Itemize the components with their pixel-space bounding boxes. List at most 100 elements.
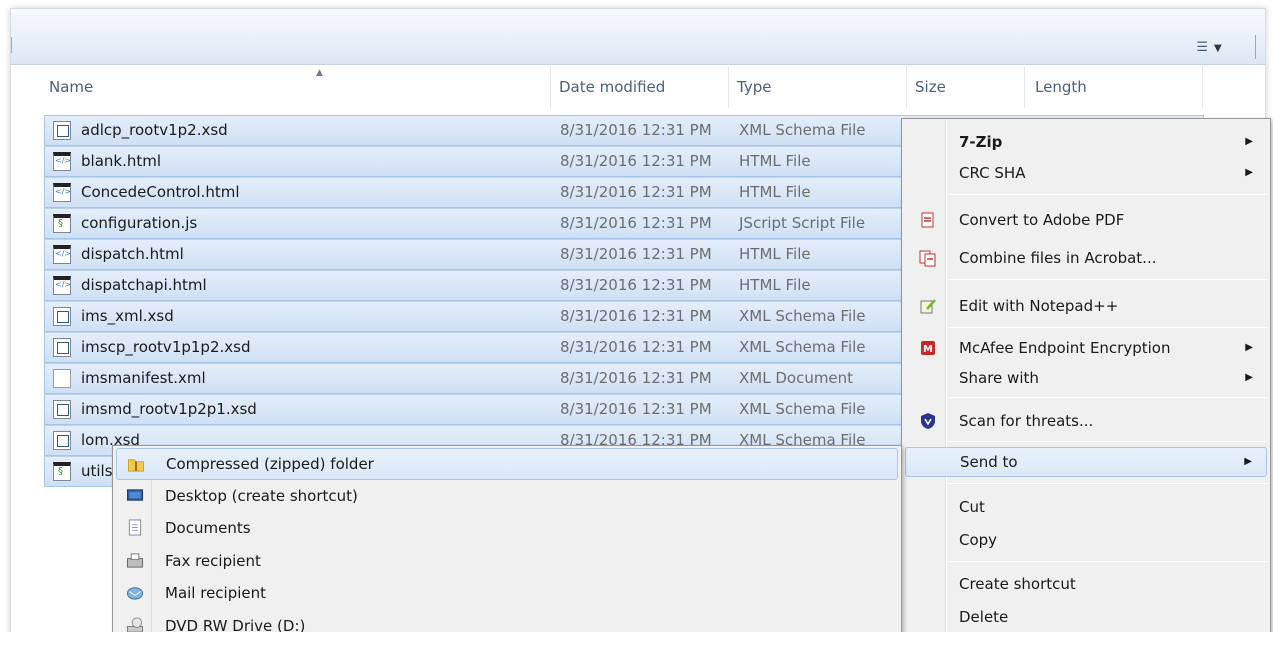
column-size-label: Size — [915, 78, 946, 96]
documents-icon — [128, 519, 142, 536]
submenu-arrow-icon: ▶ — [1244, 456, 1252, 467]
menu-label: Convert to Adobe PDF — [959, 211, 1125, 229]
send-to-documents[interactable]: Documents — [116, 512, 898, 544]
file-type: XML Schema File — [739, 121, 866, 139]
file-type: XML Schema File — [739, 400, 866, 418]
menu-item-cut[interactable]: Cut — [905, 492, 1267, 522]
menu-separator — [949, 483, 1267, 484]
fax-icon — [126, 553, 144, 568]
menu-separator — [949, 194, 1267, 195]
file-name: dispatchapi.html — [81, 276, 207, 294]
submenu-arrow-icon: ▶ — [1245, 342, 1253, 353]
column-date-label: Date modified — [559, 78, 666, 96]
send-to-zipped-folder[interactable]: Compressed (zipped) folder — [116, 448, 898, 480]
column-type-label: Type — [737, 78, 772, 96]
file-type: HTML File — [739, 276, 811, 294]
menu-item-notepad[interactable]: Edit with Notepad++ — [905, 291, 1267, 321]
menu-label: Copy — [959, 531, 998, 549]
file-name: imsmanifest.xml — [81, 369, 206, 387]
menu-label: Share with — [959, 369, 1039, 387]
xsd-file-icon — [53, 400, 71, 419]
column-name[interactable]: Name ▲ — [41, 66, 551, 108]
notepad-plus-icon — [920, 299, 936, 314]
change-view-button[interactable]: ☰ ▼ — [1189, 37, 1229, 59]
column-date-modified[interactable]: Date modified — [551, 66, 729, 108]
file-type: XML Schema File — [739, 338, 866, 356]
column-type[interactable]: Type — [729, 66, 907, 108]
menu-item-mcafee[interactable]: M McAfee Endpoint Encryption ▶ — [905, 333, 1267, 363]
menu-label: Compressed (zipped) folder — [166, 455, 374, 473]
file-name: dispatch.html — [81, 245, 184, 263]
menu-item-scan-threats[interactable]: Scan for threats... — [905, 406, 1267, 436]
xsd-file-icon — [53, 121, 71, 140]
submenu-arrow-icon: ▶ — [1245, 167, 1253, 178]
xsd-file-icon — [53, 307, 71, 326]
xml-file-icon — [53, 369, 71, 388]
menu-label: Combine files in Acrobat... — [959, 249, 1157, 267]
column-size[interactable]: Size — [907, 66, 1025, 108]
menu-item-combine-acrobat[interactable]: Combine files in Acrobat... — [905, 243, 1267, 273]
menu-label: Fax recipient — [165, 552, 261, 570]
file-name: ims_xml.xsd — [81, 307, 174, 325]
menu-label: CRC SHA — [959, 164, 1026, 182]
js-file-icon — [53, 214, 71, 233]
menu-item-create-shortcut[interactable]: Create shortcut — [905, 569, 1267, 599]
file-type: HTML File — [739, 183, 811, 201]
file-date: 8/31/2016 12:31 PM — [560, 152, 712, 170]
menu-label: Documents — [165, 519, 251, 537]
file-name: ConcedeControl.html — [81, 183, 240, 201]
xsd-file-icon — [53, 431, 71, 450]
file-name: imscp_rootv1p1p2.xsd — [81, 338, 251, 356]
sort-ascending-icon: ▲ — [316, 68, 323, 78]
send-to-fax[interactable]: Fax recipient — [116, 545, 898, 577]
xsd-file-icon — [53, 338, 71, 357]
mail-icon — [126, 587, 144, 600]
file-type: JScript Script File — [739, 214, 866, 232]
menu-separator — [949, 279, 1267, 280]
desktop-icon — [126, 489, 144, 501]
file-date: 8/31/2016 12:31 PM — [560, 183, 712, 201]
file-date: 8/31/2016 12:31 PM — [560, 276, 712, 294]
menu-separator — [949, 397, 1267, 398]
file-date: 8/31/2016 12:31 PM — [560, 400, 712, 418]
file-name: configuration.js — [81, 214, 198, 232]
menu-item-delete[interactable]: Delete — [905, 602, 1267, 632]
menu-item-copy[interactable]: Copy — [905, 525, 1267, 555]
menu-separator — [949, 561, 1267, 562]
menu-label: Mail recipient — [165, 584, 267, 602]
column-length[interactable]: Length — [1025, 66, 1203, 108]
file-name: blank.html — [81, 152, 162, 170]
file-name: utils — [81, 462, 113, 480]
send-to-submenu: Compressed (zipped) folder Desktop (crea… — [112, 445, 902, 645]
menu-item-share-with[interactable]: Share with ▶ — [905, 363, 1267, 393]
command-bar: ☰ ▼ — [11, 9, 1265, 65]
column-name-label: Name — [49, 78, 94, 96]
menu-label: Send to — [960, 453, 1018, 471]
file-name: imsmd_rootv1p2p1.xsd — [81, 400, 257, 418]
menu-item-7zip[interactable]: 7-Zip ▶ — [905, 127, 1267, 157]
pdf-convert-icon — [921, 212, 934, 228]
html-file-icon — [53, 276, 71, 295]
svg-text:M: M — [923, 344, 933, 355]
menu-label: McAfee Endpoint Encryption — [959, 339, 1171, 357]
file-date: 8/31/2016 12:31 PM — [560, 245, 712, 263]
menu-label: Desktop (create shortcut) — [165, 487, 358, 505]
column-length-label: Length — [1035, 78, 1087, 96]
menu-item-convert-pdf[interactable]: Convert to Adobe PDF — [905, 205, 1267, 235]
file-type: HTML File — [739, 245, 811, 263]
file-date: 8/31/2016 12:31 PM — [560, 307, 712, 325]
file-type: HTML File — [739, 152, 811, 170]
column-header-bar: Name ▲ Date modified Type Size Length — [11, 66, 1265, 108]
menu-label: Cut — [959, 498, 985, 516]
file-date: 8/31/2016 12:31 PM — [560, 369, 712, 387]
menu-label: Scan for threats... — [959, 412, 1094, 430]
menu-item-crc-sha[interactable]: CRC SHA ▶ — [905, 158, 1267, 188]
view-list-icon: ☰ — [1196, 40, 1208, 55]
html-file-icon — [53, 183, 71, 202]
send-to-desktop[interactable]: Desktop (create shortcut) — [116, 480, 898, 512]
send-to-mail[interactable]: Mail recipient — [116, 577, 898, 609]
menu-separator — [949, 327, 1267, 328]
js-file-icon — [53, 462, 71, 481]
file-date: 8/31/2016 12:31 PM — [560, 121, 712, 139]
menu-item-send-to[interactable]: Send to ▶ — [905, 447, 1267, 477]
